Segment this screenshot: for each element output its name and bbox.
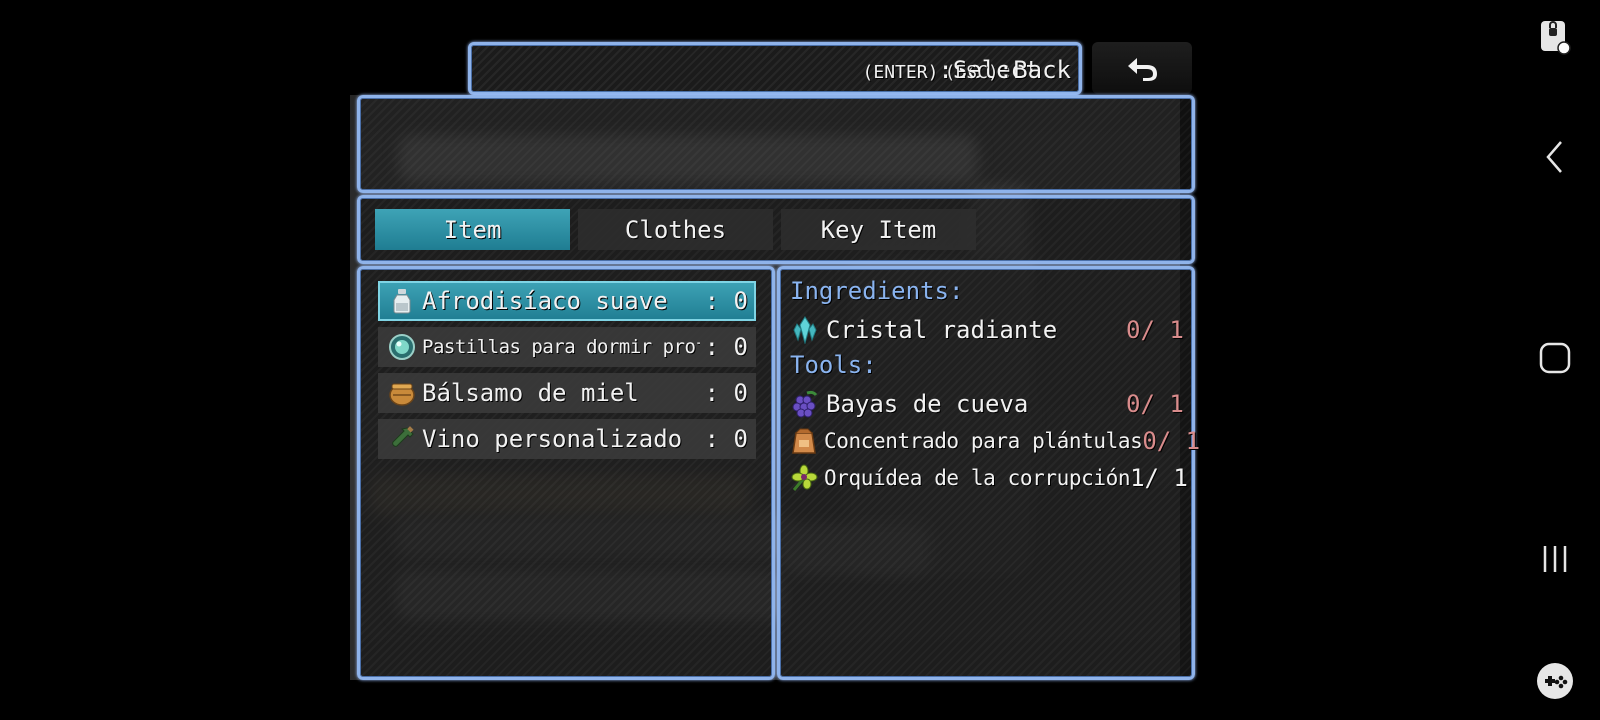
tool-row: Bayas de cueva 0/ 1 [790, 387, 1184, 421]
item-name: Bálsamo de miel [422, 379, 639, 407]
tool-count: 0/ 1 [1142, 427, 1201, 455]
tab-label: Key Item [820, 215, 937, 244]
list-item[interactable]: Vino personalizado : 0 [378, 419, 756, 459]
tab-clothes[interactable]: Clothes [578, 209, 773, 250]
recipe-window: Ingredients: Cristal radiante 0/ 1 Tools… [777, 266, 1200, 680]
tool-name: Orquídea de la corrupción [824, 466, 1131, 490]
list-item[interactable]: Afrodisíaco suave : 0 [378, 281, 756, 321]
item-quantity: : 0 [704, 333, 748, 361]
recent-apps-icon[interactable] [1530, 534, 1580, 584]
key-help: (ENTER):Select(ESC):Back [863, 56, 1071, 84]
gesture-lock-icon[interactable] [1530, 12, 1580, 62]
item-name: Vino personalizado [422, 425, 683, 453]
help-window: (ENTER):Select(ESC):Back [468, 42, 1082, 95]
fertilizer-bag-icon [790, 426, 818, 456]
berries-icon [790, 389, 820, 419]
honey-pot-icon [388, 379, 416, 407]
esc-key-label: (ESC) [944, 62, 999, 83]
tool-row: Orquídea de la corrupción 1/ 1 [790, 461, 1188, 495]
ingredient-row: Cristal radiante 0/ 1 [790, 313, 1184, 347]
item-quantity: : 0 [704, 379, 748, 407]
ingredient-name: Cristal radiante [826, 316, 1058, 344]
list-item[interactable]: Pastillas para dormir profundamente : 0 [378, 327, 756, 367]
list-item[interactable]: Bálsamo de miel : 0 [378, 373, 756, 413]
item-quantity: : 0 [704, 425, 748, 453]
item-name: Pastillas para dormir profundamente [422, 336, 700, 358]
item-quantity: : 0 [704, 287, 748, 315]
item-name: Afrodisíaco suave [422, 287, 668, 315]
description-window [357, 95, 1195, 193]
return-arrow-icon [1128, 58, 1157, 81]
category-window: Item Clothes Key Item [357, 195, 1195, 264]
ingredients-heading: Ingredients: [790, 277, 964, 305]
back-button[interactable] [1092, 42, 1192, 94]
back-nav-icon[interactable] [1530, 132, 1580, 182]
tool-row: Concentrado para plántulas 0/ 1 [790, 424, 1200, 458]
tools-heading: Tools: [790, 351, 877, 379]
back-label: :Back [998, 56, 1071, 84]
orchid-icon [790, 463, 818, 493]
wine-bottle-icon [388, 425, 416, 453]
gamepad-icon[interactable] [1530, 656, 1580, 706]
tool-name: Concentrado para plántulas [824, 429, 1143, 453]
crystal-icon [790, 315, 820, 345]
enter-key-label: (ENTER) [862, 62, 939, 83]
tool-name: Bayas de cueva [826, 390, 1029, 418]
potion-bottle-icon [388, 287, 416, 315]
tab-label: Clothes [624, 215, 727, 244]
tab-key-item[interactable]: Key Item [781, 209, 976, 250]
item-list-window: Afrodisíaco suave : 0 Pastillas para dor… [357, 266, 775, 680]
tool-count: 0/ 1 [1126, 390, 1184, 418]
tab-label: Item [443, 215, 502, 244]
home-nav-icon[interactable] [1530, 333, 1580, 383]
tab-item[interactable]: Item [375, 209, 570, 250]
tool-count: 1/ 1 [1130, 464, 1188, 492]
ingredient-count: 0/ 1 [1126, 316, 1184, 344]
teal-orb-icon [388, 333, 416, 361]
